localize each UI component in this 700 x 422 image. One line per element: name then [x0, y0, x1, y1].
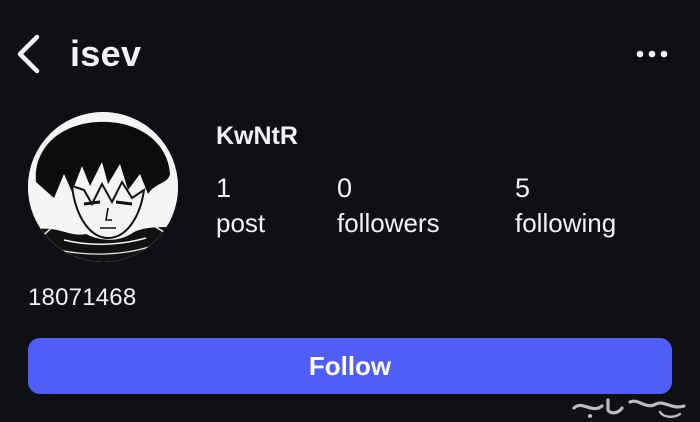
following-stat[interactable]: 5 following [515, 170, 616, 240]
followers-label: followers [337, 208, 440, 238]
followers-stat[interactable]: 0 followers [337, 170, 440, 240]
page-title: isev [70, 33, 142, 74]
more-horizontal-icon [636, 50, 668, 58]
posts-label: post [216, 208, 266, 238]
follow-button[interactable]: Follow [28, 338, 672, 394]
profile-avatar [28, 112, 178, 262]
posts-stat[interactable]: 1 post [216, 170, 265, 240]
bio-text: 18071468 [28, 284, 137, 311]
display-name: KwNtR [216, 122, 298, 150]
avatar[interactable] [28, 112, 178, 262]
chevron-left-icon [17, 34, 40, 74]
posts-count: 1 [216, 173, 232, 203]
more-options-button[interactable] [634, 38, 670, 70]
following-label: following [515, 208, 617, 238]
haraj-watermark [572, 398, 686, 418]
back-button[interactable] [12, 32, 44, 76]
followers-count: 0 [337, 173, 353, 203]
following-count: 5 [515, 173, 531, 203]
